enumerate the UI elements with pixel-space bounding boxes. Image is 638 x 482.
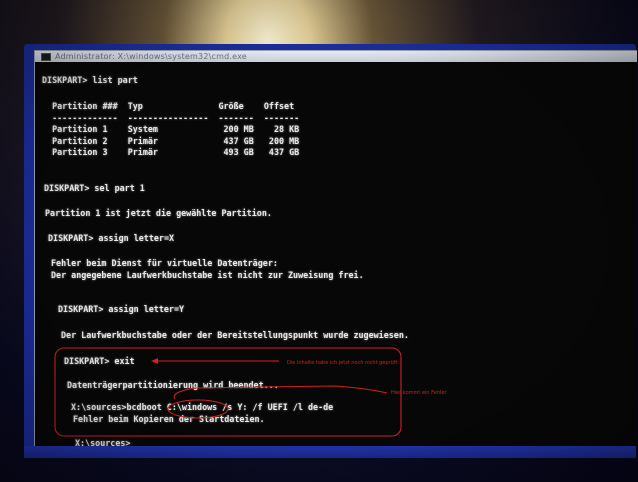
window-title: Administrator: X:\windows\system32\cmd.e… xyxy=(55,52,247,61)
annotation-arrow xyxy=(173,385,388,400)
console-output[interactable]: DISKPART> list part Partition ### Typ Gr… xyxy=(35,62,637,451)
arrowhead xyxy=(151,358,158,364)
desktop-background xyxy=(24,446,636,458)
highlight-circle xyxy=(167,399,229,419)
annotation-note: Die Inhalte habe ich jetzt noch nicht ge… xyxy=(287,360,398,366)
cmd-icon xyxy=(41,52,51,61)
cmd-titlebar[interactable]: Administrator: X:\windows\system32\cmd.e… xyxy=(35,51,637,62)
annotation-note: Hier kommt ein Fehler xyxy=(391,390,447,396)
annotation-overlay xyxy=(54,347,402,437)
cmd-window[interactable]: Administrator: X:\windows\system32\cmd.e… xyxy=(34,50,637,451)
